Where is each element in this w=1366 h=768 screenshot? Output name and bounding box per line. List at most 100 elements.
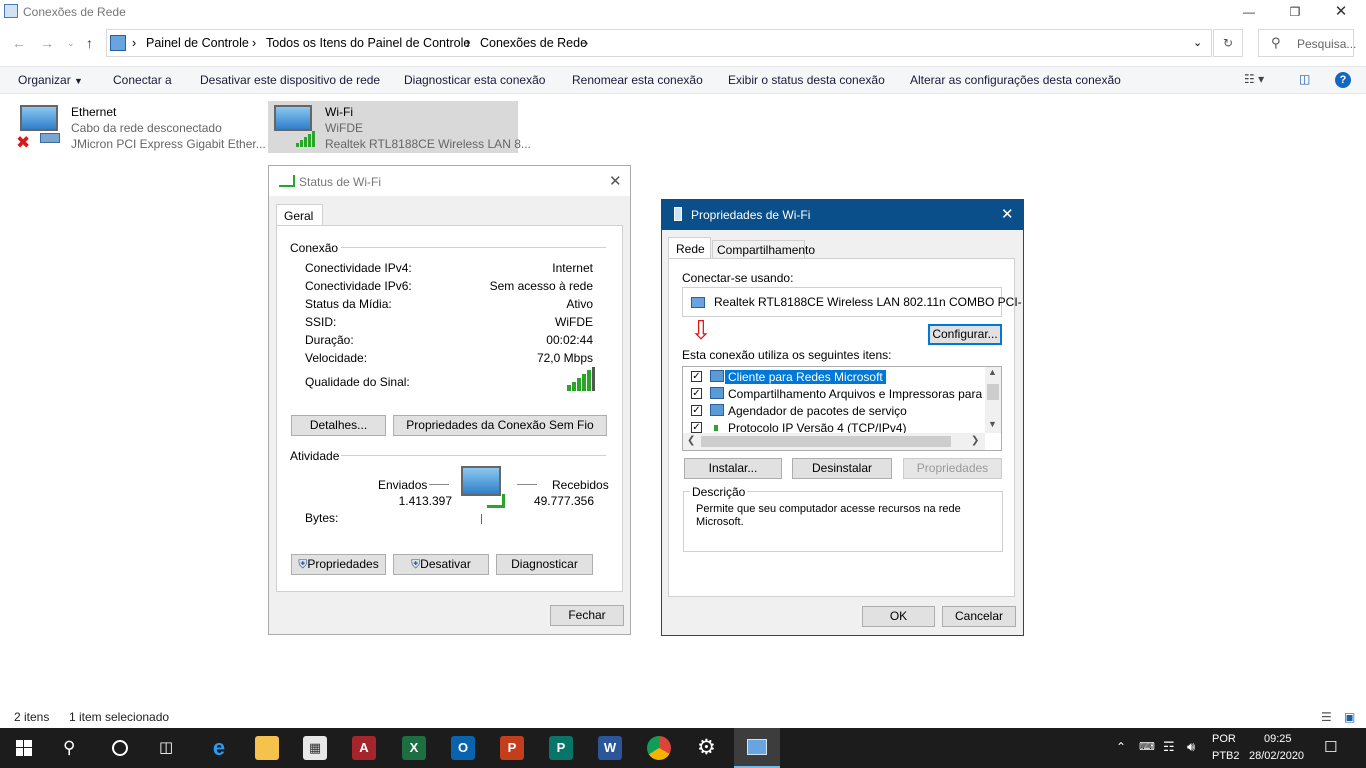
connection-ethernet[interactable]: ✖ Ethernet Cabo da rede desconectado JMi… xyxy=(14,101,266,153)
address-bar[interactable]: › Painel de Controle › Todos os Itens do… xyxy=(106,29,1212,57)
settings-icon[interactable]: ⚙ xyxy=(697,735,716,760)
details-button[interactable]: Detalhes... xyxy=(291,415,386,436)
ssid-label: SSID: xyxy=(305,315,337,329)
disable-device-button[interactable]: Desativar este dispositivo de rede xyxy=(200,73,380,87)
breadcrumb-separator-icon[interactable]: › xyxy=(132,36,136,50)
connection-adapter: Realtek RTL8188CE Wireless LAN 8... xyxy=(325,137,531,151)
keyboard-layout[interactable]: PTB2 xyxy=(1212,750,1240,762)
close-icon[interactable]: ✕ xyxy=(1001,205,1014,223)
configure-button[interactable]: Configurar... xyxy=(928,324,1002,345)
tab-network[interactable]: Rede xyxy=(668,237,711,259)
forward-icon[interactable]: → xyxy=(40,35,54,51)
breadcrumb-all-items[interactable]: Todos os Itens do Painel de Controle xyxy=(266,36,470,50)
outlook-icon[interactable]: O xyxy=(451,736,475,760)
start-button[interactable] xyxy=(0,728,48,768)
network-tray-icon[interactable]: ☶ xyxy=(1163,739,1175,755)
search-placeholder: Pesquisa... xyxy=(1297,37,1357,51)
connect-button[interactable]: Conectar a xyxy=(113,73,172,87)
details-view-icon[interactable]: ☰ xyxy=(1321,710,1332,724)
change-settings-button[interactable]: Alterar as configurações desta conexão xyxy=(910,73,1121,87)
help-icon[interactable]: ? xyxy=(1335,72,1351,88)
network-connections-taskbar-button[interactable] xyxy=(734,728,780,768)
properties-label: Propriedades xyxy=(307,557,379,571)
diagnose-button[interactable]: Diagnosticar xyxy=(496,554,593,575)
speed-label: Velocidade: xyxy=(305,351,368,365)
ok-button[interactable]: OK xyxy=(862,606,935,627)
scroll-right-icon[interactable]: ❯ xyxy=(971,435,979,446)
show-hidden-icons-icon[interactable]: ⌃ xyxy=(1116,740,1126,754)
store-icon[interactable]: ▦ xyxy=(303,736,327,760)
excel-icon[interactable]: X xyxy=(402,736,426,760)
close-icon[interactable]: ✕ xyxy=(609,172,622,190)
search-icon[interactable]: ⚲ xyxy=(63,738,75,758)
input-language[interactable]: POR xyxy=(1212,733,1236,745)
tab-general[interactable]: Geral xyxy=(276,204,323,226)
refresh-button[interactable]: ↻ xyxy=(1213,29,1243,57)
breadcrumb-separator-icon[interactable]: › xyxy=(584,36,588,50)
list-item[interactable]: ✓ Compartilhamento Arquivos e Impressora… xyxy=(683,386,1001,402)
chrome-icon[interactable] xyxy=(647,736,671,760)
wifi-adapter-icon xyxy=(274,105,312,131)
connection-wifi[interactable]: Wi-Fi WiFDE Realtek RTL8188CE Wireless L… xyxy=(268,101,531,153)
scroll-up-icon[interactable]: ▲ xyxy=(988,367,997,377)
vertical-scrollbar[interactable]: ▲ ▼ xyxy=(985,367,1001,433)
install-button[interactable]: Instalar... xyxy=(684,458,782,479)
task-view-icon[interactable]: ◫ xyxy=(159,738,173,756)
checkbox[interactable]: ✓ xyxy=(691,405,702,416)
organize-button[interactable]: Organizar ▼ xyxy=(18,73,83,87)
wireless-properties-button[interactable]: Propriedades da Conexão Sem Fio xyxy=(393,415,607,436)
list-item[interactable]: ✓ Agendador de pacotes de serviço xyxy=(683,403,983,419)
disconnected-icon: ✖ xyxy=(16,133,31,152)
disable-button[interactable]: ⛨Desativar xyxy=(393,554,489,575)
uninstall-button[interactable]: Desinstalar xyxy=(792,458,892,479)
control-panel-icon xyxy=(110,35,126,51)
edge-icon[interactable]: e xyxy=(207,736,231,760)
properties-button[interactable]: ⛨Propriedades xyxy=(291,554,386,575)
ipv4-value: Internet xyxy=(552,261,593,275)
maximize-button[interactable]: ❐ xyxy=(1272,0,1318,24)
large-icons-view-icon[interactable]: ▣ xyxy=(1344,710,1355,724)
publisher-icon[interactable]: P xyxy=(549,736,573,760)
breadcrumb-separator-icon[interactable]: › xyxy=(252,36,256,50)
signal-strength-icon xyxy=(296,131,318,147)
scroll-thumb[interactable] xyxy=(701,436,951,447)
item-properties-button[interactable]: Propriedades xyxy=(903,458,1002,479)
back-icon[interactable]: ← xyxy=(12,35,26,51)
items-list[interactable]: ✓ Cliente para Redes Microsoft ✓ Compart… xyxy=(682,366,1002,451)
clock-date[interactable]: 28/02/2020 xyxy=(1249,750,1304,762)
rename-button[interactable]: Renomear esta conexão xyxy=(572,73,703,87)
checkbox[interactable]: ✓ xyxy=(691,422,702,433)
breadcrumb-control-panel[interactable]: Painel de Controle xyxy=(146,36,249,50)
volume-icon[interactable]: 🔊︎ xyxy=(1187,739,1195,755)
checkbox[interactable]: ✓ xyxy=(691,371,702,382)
diagnose-button[interactable]: Diagnosticar esta conexão xyxy=(404,73,545,87)
notifications-icon[interactable]: ☐ xyxy=(1324,738,1337,756)
recent-dropdown-icon[interactable]: ⌄ xyxy=(67,38,75,49)
keyboard-icon[interactable]: ⌨ xyxy=(1139,740,1155,753)
scroll-thumb[interactable] xyxy=(987,384,999,400)
search-input[interactable]: ⚲ Pesquisa... xyxy=(1258,29,1357,57)
cancel-button[interactable]: Cancelar xyxy=(942,606,1016,627)
powerpoint-icon[interactable]: P xyxy=(500,736,524,760)
scroll-left-icon[interactable]: ❮ xyxy=(687,435,695,446)
address-dropdown-icon[interactable]: ⌄ xyxy=(1193,36,1202,49)
list-item[interactable]: ✓ Cliente para Redes Microsoft xyxy=(683,369,983,385)
checkbox[interactable]: ✓ xyxy=(691,388,702,399)
tab-sharing[interactable]: Compartilhamento xyxy=(712,240,815,259)
minimize-button[interactable]: — xyxy=(1226,0,1272,24)
cortana-icon[interactable] xyxy=(112,740,128,756)
access-icon[interactable]: A xyxy=(352,736,376,760)
word-icon[interactable]: W xyxy=(598,736,622,760)
breadcrumb-separator-icon[interactable]: › xyxy=(466,36,470,50)
horizontal-scrollbar[interactable]: ❮ ❯ xyxy=(683,433,985,450)
preview-pane-icon[interactable]: ◫ xyxy=(1299,72,1310,86)
clock-time[interactable]: 09:25 xyxy=(1264,733,1292,745)
breadcrumb-network-connections[interactable]: Conexões de Rede xyxy=(480,36,587,50)
up-icon[interactable]: ↑ xyxy=(86,35,93,51)
view-status-button[interactable]: Exibir o status desta conexão xyxy=(728,73,885,87)
scroll-down-icon[interactable]: ▼ xyxy=(988,419,997,429)
file-explorer-icon[interactable] xyxy=(255,736,279,760)
view-options-icon[interactable]: ☷ ▾ xyxy=(1244,72,1264,86)
close-button[interactable]: ✕ xyxy=(1318,0,1364,24)
close-dialog-button[interactable]: Fechar xyxy=(550,605,624,626)
